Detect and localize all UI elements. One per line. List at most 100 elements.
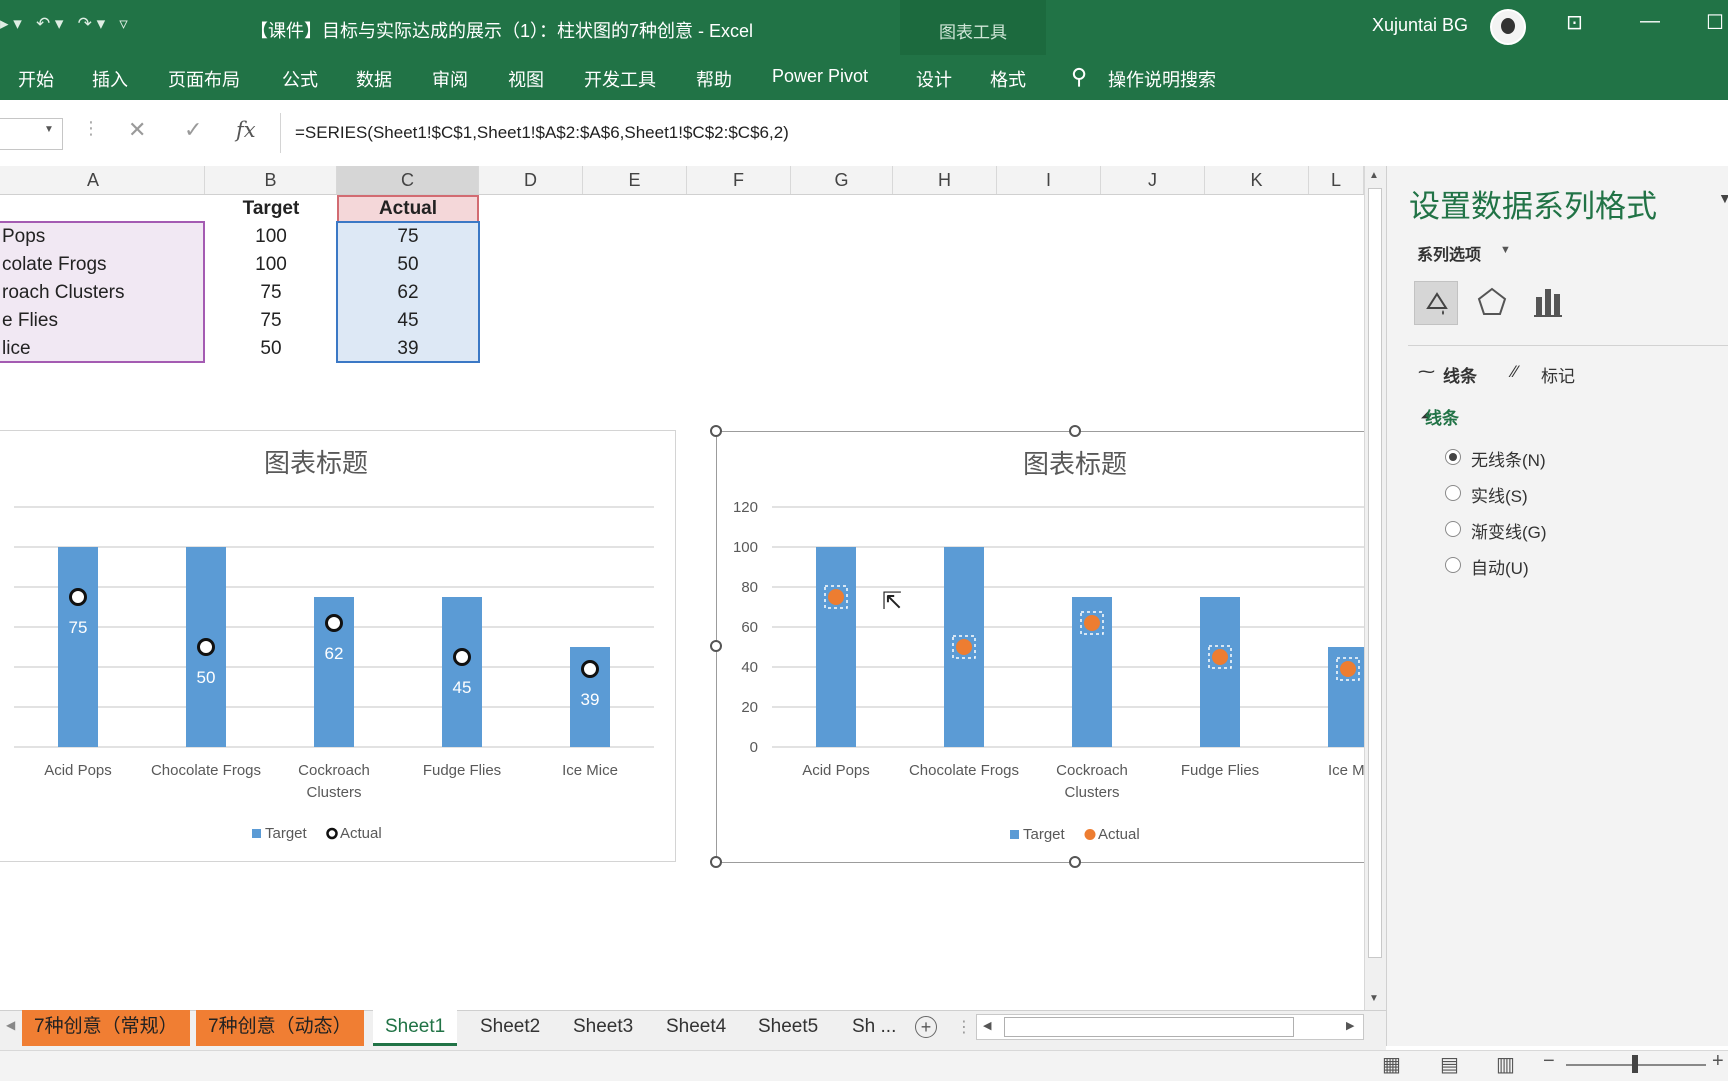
ribbon-display-icon[interactable]: ⊡ xyxy=(1566,10,1583,35)
cell-target[interactable]: 50 xyxy=(205,335,337,363)
column-header-j[interactable]: J xyxy=(1101,166,1205,194)
column-header-h[interactable]: H xyxy=(893,166,997,194)
series-options-dropdown[interactable]: 系列选项 xyxy=(1417,241,1481,265)
resize-handle-bl[interactable] xyxy=(710,856,722,868)
avatar[interactable] xyxy=(1490,9,1526,45)
scroll-down-icon[interactable]: ▼ xyxy=(1369,993,1379,1004)
column-header-e[interactable]: E xyxy=(583,166,687,194)
minimize-icon[interactable]: — xyxy=(1640,10,1660,33)
sheet-tab[interactable]: Sheet1 xyxy=(373,1010,458,1046)
insert-function-icon[interactable]: fx xyxy=(236,118,256,142)
column-header-i[interactable]: I xyxy=(997,166,1101,194)
category-label: Chocolate Frogs xyxy=(151,762,261,779)
tab-0[interactable]: 开始 xyxy=(18,66,54,92)
category-label: Fudge Flies xyxy=(1181,762,1259,779)
cancel-icon[interactable]: ✕ xyxy=(128,117,146,143)
sheet-tab[interactable]: 7种创意（常规） xyxy=(22,1010,190,1046)
effects-pentagon-icon[interactable] xyxy=(1470,281,1514,325)
cell-target[interactable]: 75 xyxy=(205,307,337,335)
enter-icon[interactable]: ✓ xyxy=(184,117,202,143)
sheet-tab[interactable]: Sheet5 xyxy=(746,1010,830,1046)
mouse-cursor-icon: ⇱ xyxy=(882,588,903,615)
tab-3[interactable]: 公式 xyxy=(282,66,318,92)
tab-8[interactable]: 帮助 xyxy=(696,66,732,92)
cell-target[interactable]: 75 xyxy=(205,279,337,307)
sheet-tab[interactable]: Sh ... xyxy=(840,1010,908,1046)
column-header-a[interactable]: A xyxy=(0,166,205,194)
user-name[interactable]: Xujuntai BG xyxy=(1372,15,1468,36)
tab-7[interactable]: 开发工具 xyxy=(584,66,656,92)
scroll-up-icon[interactable]: ▲ xyxy=(1369,170,1379,181)
category-label: Ice Mice xyxy=(562,762,618,779)
radio-option[interactable] xyxy=(1445,521,1461,537)
page-layout-icon[interactable]: ▤ xyxy=(1440,1052,1459,1077)
vertical-scroll-thumb[interactable] xyxy=(1368,188,1382,958)
marker-subtab-icon[interactable]: ⁄⁄ xyxy=(1512,362,1518,382)
cell-a1[interactable] xyxy=(0,195,205,223)
y-tick-label: 120 xyxy=(733,499,758,516)
tab-10[interactable]: 设计 xyxy=(916,66,952,92)
radio-label[interactable]: 实线(S) xyxy=(1471,482,1528,507)
pane-title: 设置数据系列格式 xyxy=(1409,189,1657,224)
tab-scroll-icon[interactable]: ◀ xyxy=(6,1018,15,1032)
sheet-tab[interactable]: Sheet3 xyxy=(561,1010,645,1046)
sheet-tab[interactable]: 7种创意（动态） xyxy=(196,1010,364,1046)
tab-marker[interactable]: 标记 xyxy=(1541,362,1575,387)
column-header-d[interactable]: D xyxy=(479,166,583,194)
chart-1-plot: 图表标题 75 Acid Pops 50 Chocolate Frogs 62 Cockro… xyxy=(14,448,654,842)
resize-handle-bottom[interactable] xyxy=(1069,856,1081,868)
line-subtab-icon[interactable]: ⁓ xyxy=(1418,362,1435,382)
normal-view-icon[interactable]: ▦ xyxy=(1382,1052,1401,1077)
tab-line[interactable]: 线条 xyxy=(1443,362,1477,387)
scroll-right-icon[interactable]: ▶ xyxy=(1346,1019,1354,1032)
column-header-g[interactable]: G xyxy=(791,166,893,194)
tell-me-search[interactable]: 操作说明搜索 xyxy=(1108,66,1216,92)
tab-9[interactable]: Power Pivot xyxy=(772,66,868,87)
sheet-tab[interactable]: Sheet2 xyxy=(468,1010,552,1046)
add-sheet-button[interactable]: + xyxy=(915,1016,937,1038)
radio-label[interactable]: 自动(U) xyxy=(1471,554,1529,579)
column-header-b[interactable]: B xyxy=(205,166,337,194)
radio-label[interactable]: 无线条(N) xyxy=(1471,446,1546,471)
column-header-c[interactable]: C xyxy=(337,166,479,194)
cell-c1[interactable]: Actual xyxy=(337,195,479,223)
column-header-k[interactable]: K xyxy=(1205,166,1309,194)
radio-option[interactable] xyxy=(1445,557,1461,573)
fill-line-icon[interactable] xyxy=(1414,281,1458,325)
section-line-heading[interactable]: 线条 xyxy=(1425,404,1459,429)
zoom-in-icon[interactable]: + xyxy=(1712,1050,1724,1073)
resize-handle-tl[interactable] xyxy=(710,425,722,437)
chevron-down-icon[interactable]: ▼ xyxy=(44,124,54,135)
tab-1[interactable]: 插入 xyxy=(92,66,128,92)
radio-label[interactable]: 渐变线(G) xyxy=(1471,518,1547,543)
maximize-icon[interactable]: ☐ xyxy=(1706,10,1724,35)
radio-option[interactable] xyxy=(1445,449,1461,465)
chevron-down-icon[interactable]: ▼ xyxy=(1500,244,1511,256)
tab-5[interactable]: 审阅 xyxy=(432,66,468,92)
resize-handle-top[interactable] xyxy=(1069,425,1081,437)
cell-target[interactable]: 100 xyxy=(205,223,337,251)
cell-b1[interactable]: Target xyxy=(205,195,337,223)
legend-target-label: Target xyxy=(265,825,308,842)
tab-4[interactable]: 数据 xyxy=(356,66,392,92)
tab-2[interactable]: 页面布局 xyxy=(168,66,240,92)
horizontal-scroll-thumb[interactable] xyxy=(1004,1017,1294,1037)
page-break-icon[interactable]: ▥ xyxy=(1496,1052,1515,1077)
column-header-f[interactable]: F xyxy=(687,166,791,194)
actual-marker xyxy=(1340,661,1356,677)
zoom-slider-thumb[interactable] xyxy=(1632,1055,1638,1073)
formula-input[interactable]: =SERIES(Sheet1!$C$1,Sheet1!$A$2:$A$6,She… xyxy=(280,113,1728,153)
series-options-chart-icon[interactable] xyxy=(1526,281,1570,325)
y-tick-label: 40 xyxy=(741,659,758,676)
zoom-out-icon[interactable]: − xyxy=(1543,1050,1555,1073)
chevron-down-icon[interactable]: ▼ xyxy=(1718,190,1728,206)
radio-option[interactable] xyxy=(1445,485,1461,501)
quick-access-toolbar[interactable]: ▸ ▾ ↶ ▾ ↷ ▾ ▿ xyxy=(0,14,128,34)
tab-11[interactable]: 格式 xyxy=(990,66,1026,92)
sheet-tab[interactable]: Sheet4 xyxy=(654,1010,738,1046)
scroll-left-icon[interactable]: ◀ xyxy=(983,1019,991,1032)
column-header-l[interactable]: L xyxy=(1309,166,1364,194)
cell-target[interactable]: 100 xyxy=(205,251,337,279)
tab-6[interactable]: 视图 xyxy=(508,66,544,92)
resize-handle-left[interactable] xyxy=(710,640,722,652)
